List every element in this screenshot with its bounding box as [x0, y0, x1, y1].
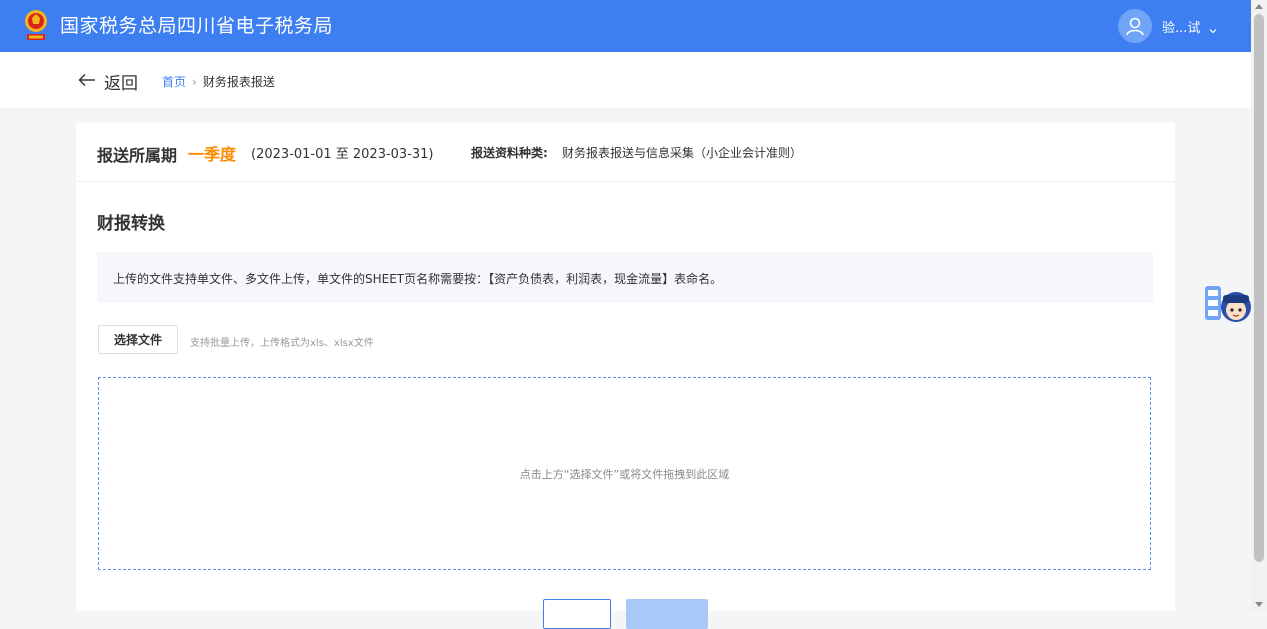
scrollbar-thumb[interactable] — [1254, 14, 1264, 562]
tax-assistant-icon[interactable] — [1203, 280, 1253, 330]
user-name: 验...试 — [1162, 20, 1201, 36]
top-header: 国家税务总局四川省电子税务局 验...试 — [0, 0, 1251, 52]
next-button[interactable] — [626, 599, 708, 629]
period-row: 报送所属期 一季度 (2023-01-01 至 2023-03-31) 报送资料… — [76, 123, 1175, 182]
breadcrumb-current: 财务报表报送 — [202, 75, 275, 89]
dropzone-text: 点击上方“选择文件”或将文件拖拽到此区域 — [519, 468, 730, 481]
user-avatar-icon — [1118, 9, 1152, 43]
file-dropzone[interactable]: 点击上方“选择文件”或将文件拖拽到此区域 — [98, 377, 1151, 570]
back-label: 返回 — [104, 73, 138, 94]
upload-hint: 支持批量上传，上传格式为xls、xlsx文件 — [190, 338, 374, 349]
report-type-value: 财务报表报送与信息采集（小企业会计准则） — [562, 146, 803, 160]
user-menu[interactable]: 验...试 — [1118, 9, 1218, 43]
choose-file-button[interactable]: 选择文件 — [98, 325, 178, 354]
previous-button[interactable] — [543, 599, 611, 629]
upload-notice-text: 上传的文件支持单文件、多文件上传，单文件的SHEET页名称需要按：【资产负债表，… — [113, 272, 723, 286]
report-type-label: 报送资料种类: — [471, 146, 548, 160]
scroll-up-icon[interactable] — [1255, 4, 1263, 9]
nav-strip: 返回 首页 › 财务报表报送 — [0, 52, 1251, 108]
section-title: 财报转换 — [97, 214, 165, 234]
site-title: 国家税务总局四川省电子税务局 — [60, 15, 334, 37]
upload-notice: 上传的文件支持单文件、多文件上传，单文件的SHEET页名称需要按：【资产负债表，… — [97, 252, 1153, 303]
breadcrumb: 首页 › 财务报表报送 — [162, 73, 275, 90]
scroll-down-icon[interactable] — [1255, 602, 1263, 607]
chevron-down-icon — [1208, 21, 1218, 34]
period-value: 一季度 — [188, 145, 237, 164]
breadcrumb-home-link[interactable]: 首页 — [162, 73, 186, 90]
arrow-left-icon — [78, 72, 96, 91]
breadcrumb-separator: › — [192, 74, 197, 89]
back-button[interactable]: 返回 — [78, 68, 138, 94]
main-card: 报送所属期 一季度 (2023-01-01 至 2023-03-31) 报送资料… — [76, 123, 1175, 629]
period-range: (2023-01-01 至 2023-03-31) — [251, 147, 434, 162]
vertical-scrollbar[interactable] — [1251, 0, 1267, 611]
tax-emblem-icon — [22, 8, 50, 44]
period-label: 报送所属期 — [97, 146, 178, 165]
